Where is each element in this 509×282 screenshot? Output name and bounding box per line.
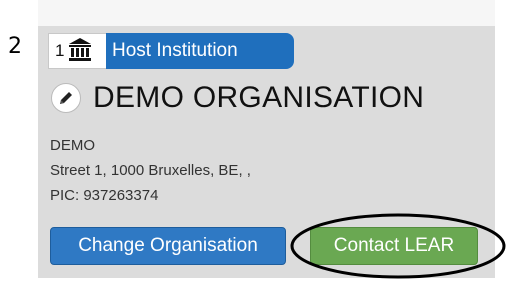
role-tag: 1 Host Institution [48,33,294,69]
role-number: 1 [55,41,65,60]
organisation-address: Street 1, 1000 Bruxelles, BE, , [50,162,251,179]
organisation-name: DEMO ORGANISATION [93,81,425,114]
step-number: 2 [8,34,22,59]
contact-lear-button[interactable]: Contact LEAR [310,227,478,265]
role-number-box: 1 [48,33,106,69]
institution-icon [67,36,93,67]
pencil-icon[interactable] [51,83,81,113]
organisation-title-row: DEMO ORGANISATION [51,81,424,115]
change-organisation-button[interactable]: Change Organisation [50,227,286,265]
role-label: Host Institution [106,33,294,69]
organisation-pic: PIC: 937263374 [50,187,159,204]
organisation-short-name: DEMO [50,137,95,154]
